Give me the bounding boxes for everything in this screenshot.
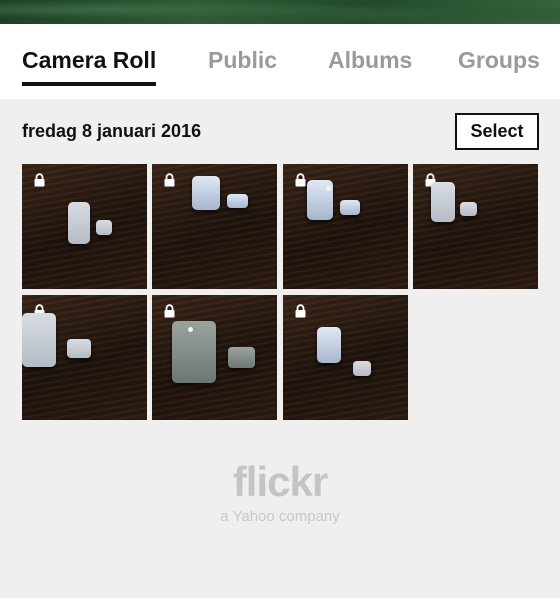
sensor-magnet [228,347,255,368]
photo-thumbnail[interactable] [152,295,277,420]
sensor-magnet [340,200,360,215]
lock-icon [164,173,175,187]
flickr-logo: flickr a Yahoo company [0,458,560,525]
photo-thumbnail[interactable] [283,164,408,289]
tab-camera-roll[interactable]: Camera Roll [22,24,156,99]
photo-thumbnail[interactable] [283,295,408,420]
sensor-device [68,202,90,244]
sensor-led [188,327,193,332]
sensor-device [22,313,56,367]
date-section-header: fredag 8 januari 2016 Select [0,99,560,163]
sensor-magnet [227,194,248,208]
active-tab-indicator [22,82,156,86]
photo-thumbnail[interactable] [22,164,147,289]
lock-icon [295,173,306,187]
sensor-device [431,182,455,222]
tab-public[interactable]: Public [208,24,277,99]
sensor-magnet [67,339,91,358]
sensor-magnet [460,202,477,216]
logo-tagline: a Yahoo company [220,508,340,525]
tab-bar: Camera Roll Public Albums Groups [0,24,560,99]
lock-icon [34,173,45,187]
select-button[interactable]: Select [455,113,539,150]
sensor-magnet [353,361,371,376]
cover-photo-strip [0,0,560,24]
sensor-led [326,186,331,191]
sensor-device [192,176,220,210]
sensor-magnet [96,220,112,235]
date-title: fredag 8 januari 2016 [22,121,202,141]
lock-icon [295,304,306,318]
tab-albums[interactable]: Albums [328,24,412,99]
logo-wordmark: flickr [232,458,328,505]
sensor-device [172,321,216,383]
tab-groups[interactable]: Groups [458,24,540,99]
lock-icon [164,304,175,318]
photo-thumbnail[interactable] [413,164,538,289]
sensor-device [317,327,341,363]
photo-thumbnail[interactable] [152,164,277,289]
photo-thumbnail[interactable] [22,295,147,420]
